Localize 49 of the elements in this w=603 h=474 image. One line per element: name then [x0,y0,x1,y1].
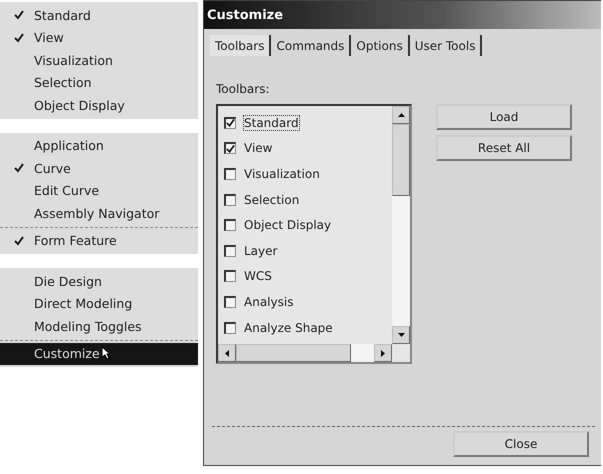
scroll-up-icon[interactable] [392,106,410,124]
checkbox[interactable] [224,322,236,334]
menu-item[interactable]: Curve [0,157,198,180]
toolbar-item[interactable]: Visualization [244,166,320,181]
toolbar-item[interactable]: Layer [244,244,278,258]
toolbar-item[interactable]: Analysis [244,294,294,309]
dialog-button[interactable]: Reset All [436,135,572,161]
menu-item[interactable]: Application [0,134,198,157]
menu-item[interactable]: Modeling Toggles [0,315,198,338]
toolbar-item[interactable]: Standard [244,116,299,130]
toolbar-item[interactable]: Analyze Shape [244,320,333,335]
dialog-title: Customize [204,1,601,29]
tab[interactable]: Options [351,35,410,56]
checkbox[interactable] [224,219,236,232]
menu-item[interactable]: Assembly Navigator [0,202,198,224]
checkbox[interactable] [224,116,236,129]
menu-item[interactable]: Object Display [0,94,198,116]
menu-item[interactable]: Selection [0,72,198,94]
tab[interactable]: Toolbars [210,35,272,56]
scroll-down-icon[interactable] [392,326,410,344]
toolbar-list[interactable]: Standard View Visualization Selection Object Display Layer WCS Analysis Analyze Shape [216,104,412,364]
menu-item[interactable]: Visualization [0,49,198,72]
toolbar-item[interactable]: View [244,141,272,156]
menu-item[interactable]: Direct Modeling [0,292,198,315]
checkbox[interactable] [224,168,236,180]
menu-item[interactable]: View [0,26,198,49]
checkbox[interactable] [224,296,236,308]
menu-item[interactable]: Edit Curve [0,180,198,202]
menu-item[interactable]: Form Feature [0,230,198,252]
checkbox[interactable] [224,270,236,282]
checkbox[interactable] [224,244,236,257]
toolbar-item[interactable]: Object Display [244,218,332,232]
scroll-thumb[interactable] [392,124,410,196]
close-button[interactable]: Close [453,431,589,457]
cursor-icon [102,347,111,360]
tab[interactable]: User Tools [410,35,482,56]
scroll-thumb[interactable] [236,344,351,362]
checkbox[interactable] [224,142,236,154]
list-label: Toolbars: [216,82,271,96]
toolbar-item[interactable]: WCS [244,269,272,284]
checkbox[interactable] [224,194,236,206]
menu-item[interactable]: Customize [0,342,198,365]
tab[interactable]: Commands [271,35,352,56]
toolbar-item[interactable]: Selection [244,192,300,207]
menu-item[interactable]: Die Design [0,270,198,292]
dialog-button[interactable]: Load [436,104,572,130]
scroll-left-icon[interactable] [218,344,236,362]
scroll-right-icon[interactable] [374,344,392,362]
menu-item[interactable]: Standard [0,4,198,26]
